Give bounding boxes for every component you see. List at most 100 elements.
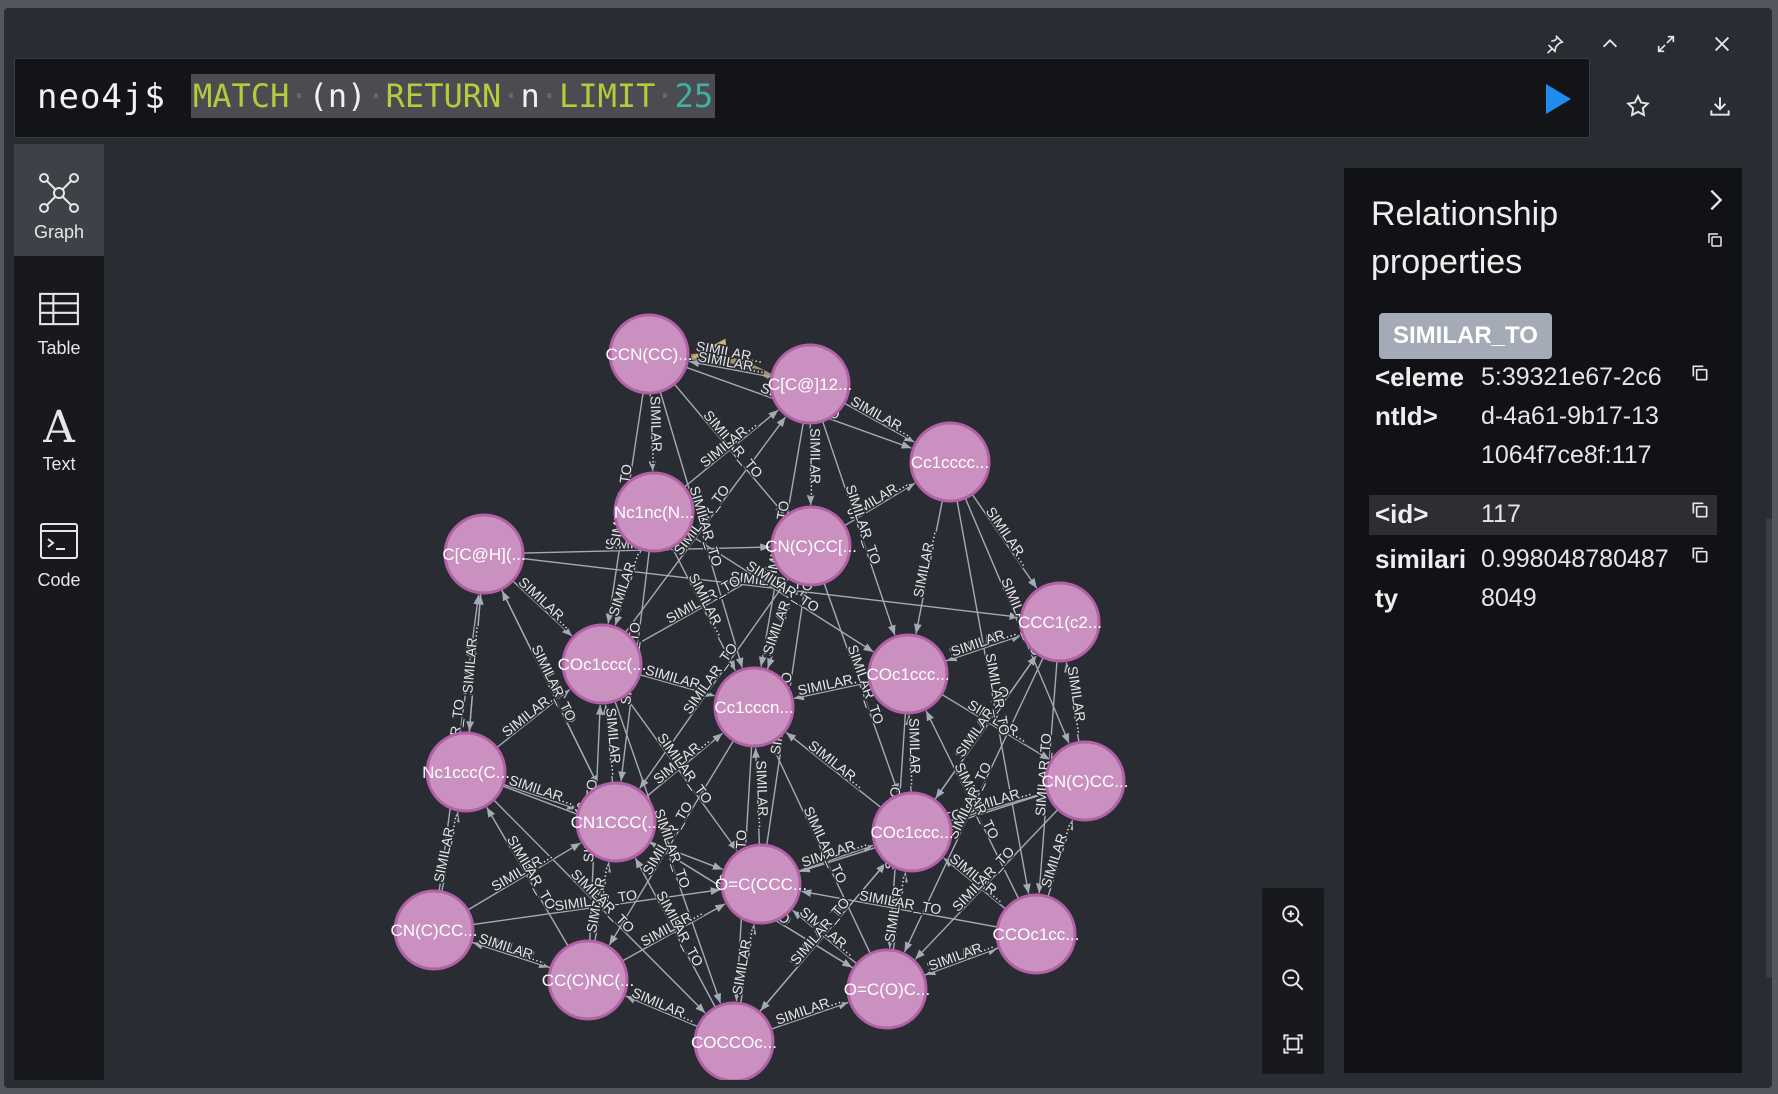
property-row-id: <id> 117	[1369, 495, 1717, 535]
node-label: CN(C)CC...	[1042, 772, 1129, 791]
relationship-label: SIMILAR...	[459, 625, 481, 694]
zoom-in-button[interactable]	[1275, 898, 1311, 934]
sidebar-item-text[interactable]: A Text	[14, 376, 104, 488]
node-label: C[C@]12...	[768, 375, 852, 394]
fit-to-screen-button[interactable]	[1275, 1026, 1311, 1062]
graph-node[interactable]: CCN(CC)...	[606, 313, 693, 395]
query-pattern: (n)	[308, 77, 367, 115]
svg-text:A: A	[42, 403, 75, 447]
graph-node[interactable]: COc1ccc...	[866, 633, 950, 715]
graph-node[interactable]: O=C(O)C...	[844, 948, 930, 1030]
copy-icon	[1692, 365, 1708, 381]
relationship-label: SIMILAR...	[477, 930, 546, 966]
graph-icon	[39, 173, 79, 213]
graph-node[interactable]: Cc1cccn...	[713, 666, 795, 748]
sidebar-item-table[interactable]: Table	[14, 260, 104, 372]
star-icon	[1626, 94, 1650, 117]
expand-icon[interactable]	[1648, 26, 1684, 62]
graph-node[interactable]: CN(C)CC...	[391, 889, 478, 971]
zoom-out-icon	[1282, 969, 1304, 991]
copy-value-button[interactable]	[1687, 497, 1713, 523]
copy-icon	[1708, 233, 1722, 247]
node-label: C[C@H](...	[442, 545, 525, 564]
relationship-type-badge[interactable]: SIMILAR_TO	[1379, 313, 1552, 359]
query-keyword-limit: LIMIT	[559, 77, 656, 115]
relationship-label: SIMILAR...	[773, 990, 842, 1027]
relationship-label: SIMILAR...	[507, 772, 576, 809]
copy-all-button[interactable]	[1701, 226, 1729, 254]
copy-icon	[1692, 502, 1708, 518]
sidebar-item-label: Table	[37, 338, 81, 358]
relationship-label: SIMILAR...	[605, 549, 642, 618]
copy-value-button[interactable]	[1687, 542, 1713, 568]
graph-node[interactable]: CCC1(c2...	[1018, 581, 1102, 663]
sidebar-item-label: Code	[37, 570, 81, 590]
relationship-properties-panel: Relationship properties SIMILAR_TO <elem…	[1344, 168, 1742, 1073]
sidebar-item-graph[interactable]: Graph	[14, 144, 104, 256]
code-icon	[40, 523, 78, 559]
graph-node[interactable]: COCCOc...	[691, 1001, 777, 1080]
node-label: COCCOc...	[691, 1033, 777, 1052]
graph-node[interactable]: C[C@H](...	[442, 513, 526, 595]
sidebar-item-label: Graph	[33, 222, 85, 242]
graph-node[interactable]: Nc1ccc(C...	[422, 731, 510, 813]
text-icon: A	[42, 403, 75, 447]
node-label: CN1CCC(...	[571, 813, 662, 832]
relationship-label: SIMILAR...	[926, 935, 995, 973]
scrollbar[interactable]	[1766, 518, 1772, 978]
graph-node[interactable]: CN(C)CC...	[1042, 740, 1129, 822]
relationship-label: SIMILAR...	[805, 737, 868, 792]
query-editor[interactable]: neo4j$ MATCH·(n)·RETURN·n·LIMIT·25	[14, 58, 1590, 138]
editor-prompt: neo4j$	[37, 77, 166, 117]
query-variable: n	[520, 77, 540, 115]
relationship-label: SIMILAR...	[430, 814, 459, 884]
zoom-out-button[interactable]	[1275, 962, 1311, 998]
collapse-panel-button[interactable]	[1698, 182, 1734, 218]
graph-node[interactable]: Nc1nc(N...	[613, 471, 695, 553]
relationship-label: SIMILAR...	[729, 926, 756, 995]
relationship-label: SIMILAR...	[603, 707, 625, 776]
relationship-label: SIMILAR_TO	[787, 894, 853, 968]
table-icon	[39, 292, 79, 326]
graph-node[interactable]: CCOc1cc...	[993, 893, 1080, 975]
node-label: CN(C)CC[...	[765, 537, 857, 556]
relationship-label: SIMILAR...	[807, 428, 823, 496]
relationship-label: SIMILAR...	[906, 718, 924, 786]
property-key: <id>	[1375, 499, 1429, 529]
query-text[interactable]: MATCH·(n)·RETURN·n·LIMIT·25	[191, 74, 716, 118]
close-icon[interactable]	[1704, 26, 1740, 62]
run-query-button[interactable]	[1536, 79, 1576, 119]
zoom-controls	[1262, 888, 1324, 1074]
node-label: Nc1nc(N...	[614, 503, 694, 522]
collapse-up-icon[interactable]	[1592, 26, 1628, 62]
graph-node[interactable]: C[C@]12...	[768, 343, 852, 425]
property-value: 117	[1481, 500, 1521, 528]
graph-node[interactable]: Cc1cccc...	[909, 421, 991, 503]
node-label: O=C(O)C...	[844, 980, 930, 999]
graph-nodes: CCN(CC)... C[C@]12... Cc1cccc... Nc1nc(N...…	[391, 313, 1129, 1080]
copy-value-button[interactable]	[1687, 360, 1713, 386]
download-icon	[1710, 97, 1730, 116]
node-label: Cc1cccn...	[714, 698, 793, 717]
node-label: COc1ccc...	[870, 823, 953, 842]
download-button[interactable]	[1700, 86, 1740, 126]
node-label: Cc1cccc...	[911, 453, 989, 472]
property-value: 0.9980487804878049	[1481, 545, 1669, 612]
relationship-label: SIMILAR...	[1037, 820, 1073, 889]
node-label: CC(C)NC(...	[542, 971, 635, 990]
sidebar-item-code[interactable]: Code	[14, 492, 104, 604]
pin-icon[interactable]	[1536, 26, 1572, 62]
graph-node[interactable]: CC(C)NC(...	[542, 939, 635, 1021]
node-label: CCC1(c2...	[1018, 613, 1102, 632]
graph-canvas[interactable]: SIMILAR...SIMILAR...SIMILAR_TOSIMILAR_TO…	[104, 144, 1334, 1080]
zoom-in-icon	[1282, 905, 1304, 927]
chevron-right-icon	[1710, 189, 1723, 211]
property-value: 5:39321e67-2c6d-4a61-9b17-131064f7ce8f:1…	[1481, 363, 1662, 469]
node-label: CN(C)CC...	[391, 921, 478, 940]
node-label: COc1ccc(...	[558, 655, 647, 674]
relationship-label: SIMILAR...	[753, 760, 772, 828]
graph-node[interactable]: COc1ccc...	[870, 791, 954, 873]
favorite-button[interactable]	[1618, 86, 1658, 126]
node-label: Nc1ccc(C...	[422, 763, 510, 782]
query-keyword-return: RETURN	[385, 77, 502, 115]
